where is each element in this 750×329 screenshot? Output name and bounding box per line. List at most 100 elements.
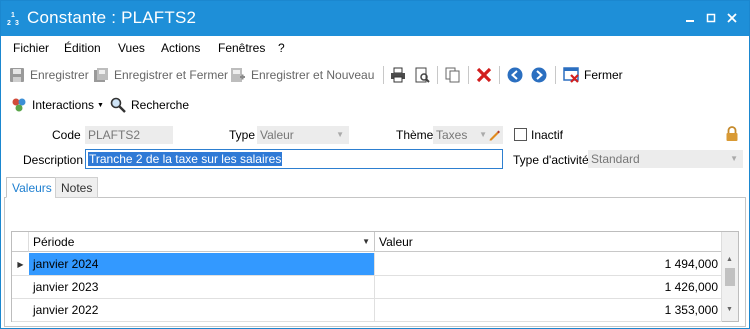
print-button[interactable] <box>390 67 411 83</box>
close-window-icon <box>563 67 579 83</box>
close-label: Fermer <box>584 68 623 82</box>
toolbar-separator <box>555 66 556 84</box>
theme-value: Taxes <box>436 128 468 142</box>
search-button[interactable]: Recherche <box>110 97 189 113</box>
svg-text:2: 2 <box>7 20 11 26</box>
close-button[interactable]: Fermer <box>563 67 623 83</box>
inactive-label: Inactif <box>531 128 564 142</box>
delete-x-icon <box>476 67 492 83</box>
chevron-down-icon: ▼ <box>336 130 344 139</box>
edit-pencil-icon[interactable] <box>488 128 500 146</box>
theme-label: Thème <box>396 128 434 142</box>
previous-button[interactable] <box>507 67 528 83</box>
menu-vues[interactable]: Vues <box>118 41 145 55</box>
table-row[interactable]: janvier 2022 1 353,000 <box>12 299 722 322</box>
chevron-down-icon: ▼ <box>479 130 487 139</box>
arrow-left-circle-icon <box>507 67 523 83</box>
save-label: Enregistrer <box>30 68 89 82</box>
type-value: Valeur <box>260 128 294 142</box>
save-new-button[interactable]: Enregistrer et Nouveau <box>230 67 374 83</box>
description-input[interactable]: Tranche 2 de la taxe sur les salaires <box>85 149 503 169</box>
title-bar[interactable]: 1 2 3 Constante : PLAFTS2 <box>1 1 749 36</box>
table-row[interactable]: ▶ janvier 2024 1 494,000 <box>12 253 722 276</box>
menu-fichier[interactable]: Fichier <box>13 41 49 55</box>
menu-help[interactable]: ? <box>278 41 285 55</box>
column-header-valeur[interactable]: Valeur <box>375 232 722 252</box>
minimize-icon[interactable] <box>683 11 697 25</box>
chevron-down-icon: ▼ <box>97 101 104 109</box>
window-title: Constante : PLAFTS2 <box>27 8 197 27</box>
search-icon <box>110 97 126 113</box>
save-new-label: Enregistrer et Nouveau <box>251 68 375 82</box>
printer-icon <box>390 67 406 83</box>
value-cell[interactable]: 1 426,000 <box>375 276 722 299</box>
row-indicator-header <box>12 232 29 252</box>
type-select[interactable]: Valeur ▼ <box>257 126 349 144</box>
toolbar-separator <box>468 66 469 84</box>
save-close-icon <box>93 67 109 83</box>
tab-valeurs[interactable]: Valeurs <box>6 177 58 198</box>
tab-notes[interactable]: Notes <box>55 177 99 198</box>
svg-text:1: 1 <box>11 12 15 19</box>
menu-edition[interactable]: Édition <box>64 41 101 55</box>
theme-select[interactable]: Taxes ▼ <box>433 126 503 144</box>
period-cell[interactable]: janvier 2024 <box>29 253 375 276</box>
save-close-label: Enregistrer et Fermer <box>114 68 229 82</box>
lock-icon <box>725 126 739 145</box>
value-cell[interactable]: 1 353,000 <box>375 299 722 322</box>
menu-fenetres[interactable]: Fenêtres <box>218 41 265 55</box>
secondary-toolbar: Interactions ▼ Recherche <box>1 90 749 120</box>
window: 1 2 3 Constante : PLAFTS2 Fichier Éditio… <box>0 0 750 329</box>
tab-strip: Valeurs Notes <box>4 177 746 199</box>
scroll-thumb[interactable] <box>725 268 735 286</box>
period-cell[interactable]: janvier 2023 <box>29 276 375 299</box>
value-cell[interactable]: 1 494,000 <box>375 253 722 276</box>
menu-bar: Fichier Édition Vues Actions Fenêtres ? <box>1 36 749 60</box>
maximize-icon[interactable] <box>704 11 718 25</box>
save-button[interactable]: Enregistrer <box>9 67 89 83</box>
print-preview-icon <box>414 67 430 83</box>
activity-type-label: Type d'activité <box>513 153 589 167</box>
code-label: Code <box>52 128 81 142</box>
print-preview-button[interactable] <box>414 67 435 83</box>
toolbar-separator <box>499 66 500 84</box>
floppy-icon <box>9 67 25 83</box>
delete-button[interactable] <box>476 67 497 83</box>
inactive-checkbox[interactable] <box>514 128 527 141</box>
values-grid: Période ▼ Valeur ▶ janvier 2024 1 494,00… <box>11 231 739 322</box>
vertical-scrollbar[interactable]: ▲ ▼ <box>721 232 738 321</box>
table-row[interactable]: janvier 2023 1 426,000 <box>12 276 722 299</box>
search-label: Recherche <box>131 98 190 112</box>
column-header-periode-label: Période <box>33 235 75 249</box>
description-label: Description <box>23 153 84 167</box>
next-button[interactable] <box>531 67 552 83</box>
svg-text:3: 3 <box>15 20 19 26</box>
main-toolbar: Enregistrer Enregistrer et Fermer Enregi… <box>1 60 749 90</box>
close-icon[interactable] <box>725 11 739 25</box>
menu-actions[interactable]: Actions <box>161 41 200 55</box>
interactions-label: Interactions <box>32 98 95 112</box>
interactions-button[interactable]: Interactions ▼ <box>11 97 104 113</box>
copy-icon <box>445 67 461 83</box>
period-cell[interactable]: janvier 2022 <box>29 299 375 322</box>
interactions-icon <box>11 97 27 113</box>
arrow-right-circle-icon <box>531 67 547 83</box>
row-pointer-icon: ▶ <box>12 253 29 276</box>
toolbar-separator <box>383 66 384 84</box>
save-close-button[interactable]: Enregistrer et Fermer <box>93 67 228 83</box>
scroll-down-icon[interactable]: ▼ <box>726 306 733 313</box>
code-field[interactable]: PLAFTS2 <box>85 126 173 144</box>
scroll-up-icon[interactable]: ▲ <box>726 256 733 263</box>
copy-button[interactable] <box>445 67 466 83</box>
chevron-down-icon: ▼ <box>730 154 738 163</box>
save-new-icon <box>230 67 246 83</box>
row-indicator <box>12 276 29 299</box>
sort-chevron-icon: ▼ <box>362 237 370 246</box>
type-label: Type <box>229 128 256 142</box>
row-indicator <box>12 299 29 322</box>
toolbar-separator <box>437 66 438 84</box>
activity-type-select[interactable]: Standard ▼ <box>588 150 743 168</box>
activity-type-value: Standard <box>591 152 640 166</box>
column-header-periode[interactable]: Période ▼ <box>29 232 375 252</box>
description-value: Tranche 2 de la taxe sur les salaires <box>88 152 283 166</box>
